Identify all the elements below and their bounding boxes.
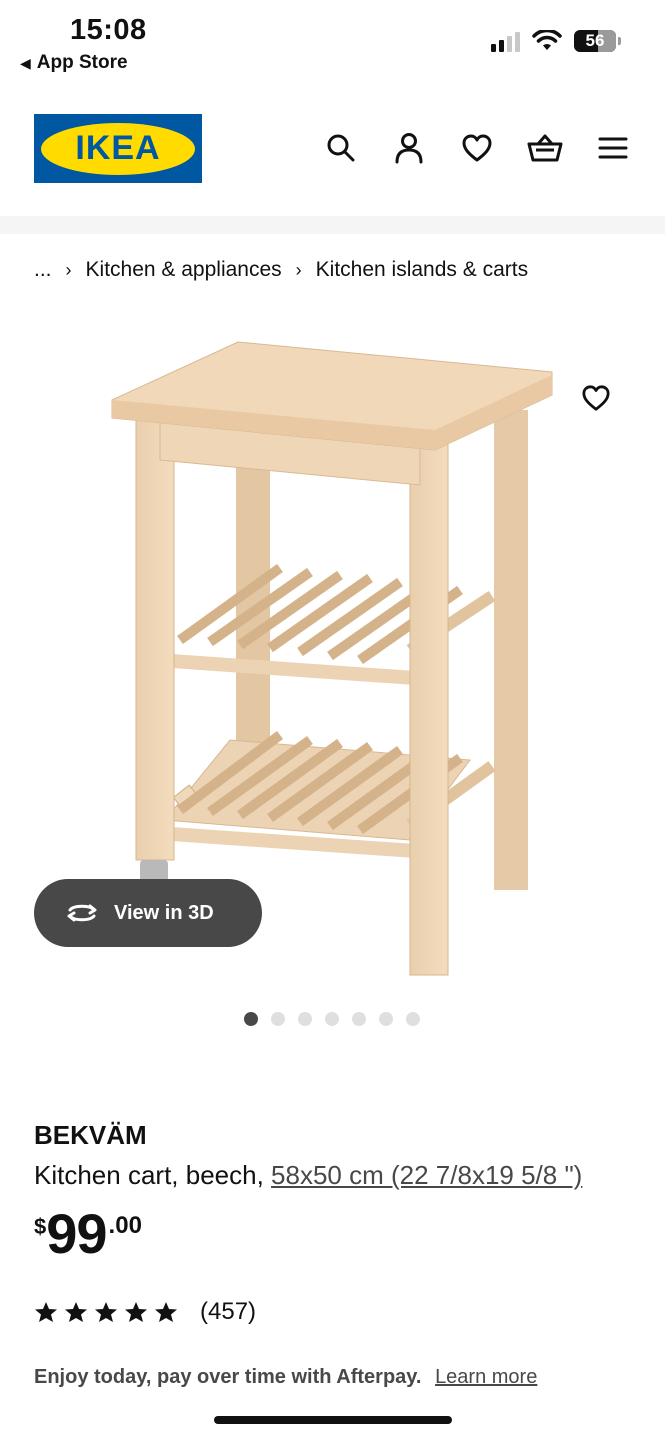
breadcrumb-ellipsis[interactable]: ... xyxy=(34,258,52,282)
rating-stars xyxy=(34,1301,178,1323)
gallery-dot[interactable] xyxy=(298,1012,312,1026)
gallery-dot[interactable] xyxy=(325,1012,339,1026)
gallery-dot[interactable] xyxy=(244,1012,258,1026)
ikea-logo[interactable]: IKEA xyxy=(34,114,202,183)
search-button[interactable] xyxy=(323,130,359,166)
product-measurements-link[interactable]: 58x50 cm (22 7/8x19 5/8 ") xyxy=(271,1160,582,1190)
rating-count: (457) xyxy=(200,1298,257,1325)
menu-button[interactable] xyxy=(595,130,631,166)
star-icon xyxy=(155,1302,177,1322)
home-indicator[interactable] xyxy=(214,1416,452,1424)
price-currency: $ xyxy=(34,1214,47,1239)
signal-icon xyxy=(491,30,520,52)
gallery-dot[interactable] xyxy=(352,1012,366,1026)
price-integer: 99 xyxy=(46,1202,107,1265)
chevron-right-icon: › xyxy=(65,259,72,280)
wishlist-button[interactable] xyxy=(459,130,495,166)
product-description: Kitchen cart, beech, 58x50 cm (22 7/8x19… xyxy=(34,1160,582,1191)
product-name: BEKVÄM xyxy=(34,1120,147,1150)
star-icon xyxy=(35,1302,57,1322)
breadcrumb-kitchen-islands-carts[interactable]: Kitchen islands & carts xyxy=(316,258,528,282)
chevron-right-icon: › xyxy=(295,259,302,280)
product-rating[interactable]: (457) xyxy=(34,1298,256,1326)
back-to-app-store[interactable]: ◀ App Store xyxy=(20,52,128,74)
heart-icon xyxy=(582,385,610,411)
profile-button[interactable] xyxy=(391,130,427,166)
afterpay-text: Enjoy today, pay over time with Afterpay… xyxy=(34,1366,422,1388)
breadcrumb: ... › Kitchen & appliances › Kitchen isl… xyxy=(34,258,528,282)
product-type: Kitchen cart, beech, xyxy=(34,1160,264,1190)
cart-button[interactable] xyxy=(527,130,563,166)
profile-icon xyxy=(395,133,423,164)
header-divider xyxy=(0,216,665,234)
status-time: 15:08 xyxy=(70,14,147,46)
star-icon xyxy=(65,1302,87,1322)
product-price: $ 99 .00 xyxy=(34,1204,142,1264)
afterpay-banner: Enjoy today, pay over time with Afterpay… xyxy=(34,1366,537,1389)
gallery-dot[interactable] xyxy=(406,1012,420,1026)
price-decimal: .00 xyxy=(108,1212,142,1239)
menu-icon xyxy=(598,137,628,159)
status-icons: 56 xyxy=(491,30,621,52)
gallery-pagination xyxy=(244,1012,420,1026)
back-label: App Store xyxy=(36,52,128,73)
star-icon xyxy=(95,1302,117,1322)
battery-icon: 56 xyxy=(574,30,621,52)
breadcrumb-kitchen-appliances[interactable]: Kitchen & appliances xyxy=(86,258,282,282)
rotate-3d-icon xyxy=(67,904,97,922)
afterpay-learn-more-link[interactable]: Learn more xyxy=(435,1366,537,1388)
back-arrow-icon: ◀ xyxy=(20,54,31,71)
basket-icon xyxy=(527,134,563,162)
heart-icon xyxy=(462,134,492,162)
gallery-dot[interactable] xyxy=(379,1012,393,1026)
save-to-wishlist-button[interactable] xyxy=(578,380,614,416)
battery-level: 56 xyxy=(585,31,605,50)
view-in-3d-button[interactable]: View in 3D xyxy=(34,879,262,947)
star-icon xyxy=(125,1302,147,1322)
view-in-3d-label: View in 3D xyxy=(114,901,214,924)
gallery-dot[interactable] xyxy=(271,1012,285,1026)
search-icon xyxy=(327,134,355,162)
wifi-icon xyxy=(532,30,562,50)
logo-text: IKEA xyxy=(75,129,161,167)
